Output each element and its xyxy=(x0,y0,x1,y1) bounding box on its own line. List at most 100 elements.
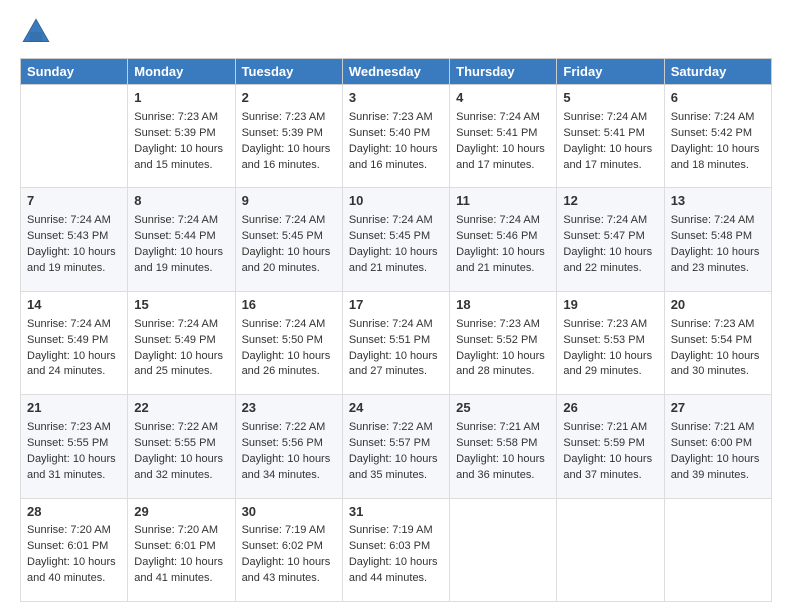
sunrise-text: Sunrise: 7:24 AM xyxy=(349,213,443,229)
sunrise-text: Sunrise: 7:23 AM xyxy=(563,317,657,333)
date-number: 6 xyxy=(671,89,765,108)
sunrise-text: Sunrise: 7:23 AM xyxy=(671,317,765,333)
sunset-text: Sunset: 5:44 PM xyxy=(134,229,228,245)
sunrise-text: Sunrise: 7:22 AM xyxy=(242,420,336,436)
cell-w5-d6 xyxy=(557,498,664,601)
daylight-text: Daylight: 10 hours and 21 minutes. xyxy=(456,245,550,277)
sunrise-text: Sunrise: 7:20 AM xyxy=(27,523,121,539)
date-number: 17 xyxy=(349,296,443,315)
date-number: 23 xyxy=(242,399,336,418)
sunset-text: Sunset: 5:40 PM xyxy=(349,126,443,142)
date-number: 25 xyxy=(456,399,550,418)
sunset-text: Sunset: 5:55 PM xyxy=(134,436,228,452)
cell-w2-d1: 7Sunrise: 7:24 AMSunset: 5:43 PMDaylight… xyxy=(21,188,128,291)
daylight-text: Daylight: 10 hours and 27 minutes. xyxy=(349,349,443,381)
sunset-text: Sunset: 5:54 PM xyxy=(671,333,765,349)
sunset-text: Sunset: 5:55 PM xyxy=(27,436,121,452)
sunrise-text: Sunrise: 7:24 AM xyxy=(349,317,443,333)
date-number: 29 xyxy=(134,503,228,522)
date-number: 27 xyxy=(671,399,765,418)
cell-w2-d2: 8Sunrise: 7:24 AMSunset: 5:44 PMDaylight… xyxy=(128,188,235,291)
day-header-sunday: Sunday xyxy=(21,59,128,85)
sunset-text: Sunset: 5:53 PM xyxy=(563,333,657,349)
cell-w3-d2: 15Sunrise: 7:24 AMSunset: 5:49 PMDayligh… xyxy=(128,291,235,394)
sunset-text: Sunset: 5:52 PM xyxy=(456,333,550,349)
cell-w4-d2: 22Sunrise: 7:22 AMSunset: 5:55 PMDayligh… xyxy=(128,395,235,498)
daylight-text: Daylight: 10 hours and 41 minutes. xyxy=(134,555,228,587)
cell-w3-d3: 16Sunrise: 7:24 AMSunset: 5:50 PMDayligh… xyxy=(235,291,342,394)
cell-w4-d5: 25Sunrise: 7:21 AMSunset: 5:58 PMDayligh… xyxy=(450,395,557,498)
daylight-text: Daylight: 10 hours and 19 minutes. xyxy=(27,245,121,277)
cell-w4-d3: 23Sunrise: 7:22 AMSunset: 5:56 PMDayligh… xyxy=(235,395,342,498)
daylight-text: Daylight: 10 hours and 23 minutes. xyxy=(671,245,765,277)
daylight-text: Daylight: 10 hours and 24 minutes. xyxy=(27,349,121,381)
sunrise-text: Sunrise: 7:24 AM xyxy=(671,110,765,126)
sunset-text: Sunset: 6:01 PM xyxy=(27,539,121,555)
sunrise-text: Sunrise: 7:23 AM xyxy=(27,420,121,436)
cell-w5-d1: 28Sunrise: 7:20 AMSunset: 6:01 PMDayligh… xyxy=(21,498,128,601)
daylight-text: Daylight: 10 hours and 37 minutes. xyxy=(563,452,657,484)
sunset-text: Sunset: 5:41 PM xyxy=(456,126,550,142)
sunset-text: Sunset: 5:56 PM xyxy=(242,436,336,452)
date-number: 21 xyxy=(27,399,121,418)
day-header-thursday: Thursday xyxy=(450,59,557,85)
sunset-text: Sunset: 5:50 PM xyxy=(242,333,336,349)
page: SundayMondayTuesdayWednesdayThursdayFrid… xyxy=(0,0,792,612)
date-number: 18 xyxy=(456,296,550,315)
sunset-text: Sunset: 6:02 PM xyxy=(242,539,336,555)
sunset-text: Sunset: 5:43 PM xyxy=(27,229,121,245)
daylight-text: Daylight: 10 hours and 17 minutes. xyxy=(456,142,550,174)
sunrise-text: Sunrise: 7:24 AM xyxy=(456,110,550,126)
sunrise-text: Sunrise: 7:23 AM xyxy=(134,110,228,126)
date-number: 31 xyxy=(349,503,443,522)
sunset-text: Sunset: 5:39 PM xyxy=(134,126,228,142)
sunrise-text: Sunrise: 7:24 AM xyxy=(563,213,657,229)
daylight-text: Daylight: 10 hours and 25 minutes. xyxy=(134,349,228,381)
daylight-text: Daylight: 10 hours and 16 minutes. xyxy=(349,142,443,174)
daylight-text: Daylight: 10 hours and 43 minutes. xyxy=(242,555,336,587)
calendar-table: SundayMondayTuesdayWednesdayThursdayFrid… xyxy=(20,58,772,602)
date-number: 1 xyxy=(134,89,228,108)
sunrise-text: Sunrise: 7:23 AM xyxy=(349,110,443,126)
sunrise-text: Sunrise: 7:24 AM xyxy=(242,213,336,229)
sunset-text: Sunset: 5:57 PM xyxy=(349,436,443,452)
date-number: 3 xyxy=(349,89,443,108)
cell-w3-d1: 14Sunrise: 7:24 AMSunset: 5:49 PMDayligh… xyxy=(21,291,128,394)
sunrise-text: Sunrise: 7:24 AM xyxy=(456,213,550,229)
sunset-text: Sunset: 5:41 PM xyxy=(563,126,657,142)
sunrise-text: Sunrise: 7:24 AM xyxy=(242,317,336,333)
cell-w3-d6: 19Sunrise: 7:23 AMSunset: 5:53 PMDayligh… xyxy=(557,291,664,394)
cell-w1-d7: 6Sunrise: 7:24 AMSunset: 5:42 PMDaylight… xyxy=(664,85,771,188)
cell-w5-d4: 31Sunrise: 7:19 AMSunset: 6:03 PMDayligh… xyxy=(342,498,449,601)
daylight-text: Daylight: 10 hours and 31 minutes. xyxy=(27,452,121,484)
daylight-text: Daylight: 10 hours and 30 minutes. xyxy=(671,349,765,381)
cell-w4-d6: 26Sunrise: 7:21 AMSunset: 5:59 PMDayligh… xyxy=(557,395,664,498)
sunrise-text: Sunrise: 7:24 AM xyxy=(134,213,228,229)
sunrise-text: Sunrise: 7:24 AM xyxy=(134,317,228,333)
day-header-friday: Friday xyxy=(557,59,664,85)
day-header-tuesday: Tuesday xyxy=(235,59,342,85)
date-number: 26 xyxy=(563,399,657,418)
week-row-3: 14Sunrise: 7:24 AMSunset: 5:49 PMDayligh… xyxy=(21,291,772,394)
sunset-text: Sunset: 5:39 PM xyxy=(242,126,336,142)
cell-w4-d7: 27Sunrise: 7:21 AMSunset: 6:00 PMDayligh… xyxy=(664,395,771,498)
daylight-text: Daylight: 10 hours and 35 minutes. xyxy=(349,452,443,484)
cell-w5-d3: 30Sunrise: 7:19 AMSunset: 6:02 PMDayligh… xyxy=(235,498,342,601)
daylight-text: Daylight: 10 hours and 21 minutes. xyxy=(349,245,443,277)
sunset-text: Sunset: 5:45 PM xyxy=(242,229,336,245)
date-number: 5 xyxy=(563,89,657,108)
date-number: 14 xyxy=(27,296,121,315)
sunrise-text: Sunrise: 7:21 AM xyxy=(671,420,765,436)
sunset-text: Sunset: 5:51 PM xyxy=(349,333,443,349)
sunrise-text: Sunrise: 7:23 AM xyxy=(456,317,550,333)
date-number: 4 xyxy=(456,89,550,108)
cell-w1-d4: 3 Sunrise: 7:23 AMSunset: 5:40 PMDaylight… xyxy=(342,85,449,188)
cell-w1-d6: 5Sunrise: 7:24 AMSunset: 5:41 PMDaylight… xyxy=(557,85,664,188)
date-number: 10 xyxy=(349,192,443,211)
sunrise-text: Sunrise: 7:21 AM xyxy=(456,420,550,436)
cell-w4-d4: 24Sunrise: 7:22 AMSunset: 5:57 PMDayligh… xyxy=(342,395,449,498)
sunrise-text: Sunrise: 7:22 AM xyxy=(349,420,443,436)
cell-w3-d4: 17 Sunrise: 7:24 AMSunset: 5:51 PMDayligh… xyxy=(342,291,449,394)
sunrise-text: Sunrise: 7:19 AM xyxy=(242,523,336,539)
header-row: SundayMondayTuesdayWednesdayThursdayFrid… xyxy=(21,59,772,85)
